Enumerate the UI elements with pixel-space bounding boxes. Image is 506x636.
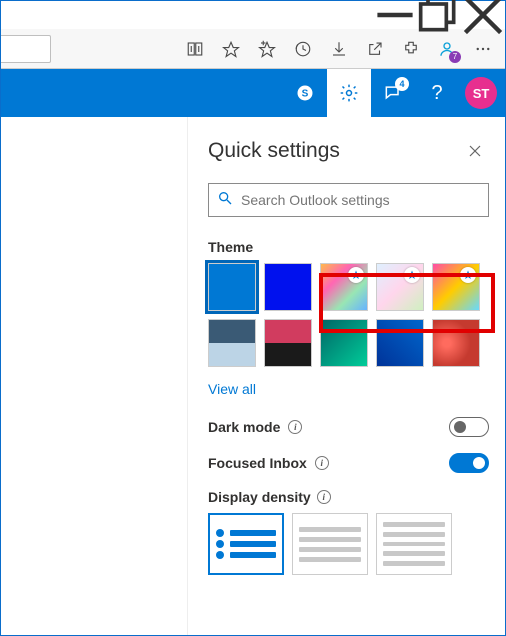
focused-inbox-toggle[interactable] [449, 453, 489, 473]
premium-star-icon: ★ [460, 267, 476, 283]
quick-settings-panel: Quick settings Theme ★ ★ ★ View all Dark m… [187, 117, 505, 635]
density-full[interactable] [208, 513, 284, 575]
theme-swatch-t4[interactable]: ★ [432, 263, 480, 311]
theme-swatch-t8[interactable] [376, 319, 424, 367]
maximize-button[interactable] [417, 1, 461, 29]
avatar[interactable]: ST [465, 77, 497, 109]
browser-toolbar [1, 29, 505, 69]
theme-swatch-t9[interactable] [432, 319, 480, 367]
dark-mode-label: Dark mode [208, 419, 280, 435]
share-icon[interactable] [357, 29, 393, 69]
favorites-star-icon[interactable] [213, 29, 249, 69]
view-all-link[interactable]: View all [208, 381, 489, 397]
density-compact[interactable] [376, 513, 452, 575]
minimize-button[interactable] [373, 1, 417, 29]
search-box[interactable] [208, 183, 489, 217]
chat-badge: 4 [395, 77, 409, 91]
theme-swatch-t0[interactable] [208, 263, 256, 311]
add-favorite-icon[interactable] [249, 29, 285, 69]
focused-inbox-label: Focused Inbox [208, 455, 307, 471]
info-icon[interactable]: i [317, 490, 331, 504]
skype-button[interactable]: S [283, 69, 327, 117]
close-window-button[interactable] [461, 1, 505, 29]
theme-swatch-t7[interactable] [320, 319, 368, 367]
downloads-icon[interactable] [321, 29, 357, 69]
mail-pane-empty [1, 117, 187, 635]
theme-label: Theme [208, 239, 489, 255]
theme-swatch-t3[interactable]: ★ [376, 263, 424, 311]
help-button[interactable]: ? [415, 69, 459, 117]
svg-text:S: S [302, 88, 309, 99]
search-input[interactable] [241, 192, 480, 208]
info-icon[interactable]: i [288, 420, 302, 434]
chat-button[interactable]: 4 [371, 69, 415, 117]
density-medium[interactable] [292, 513, 368, 575]
premium-star-icon: ★ [404, 267, 420, 283]
theme-swatch-t5[interactable] [208, 319, 256, 367]
outlook-header: S 4 ? ST [1, 69, 505, 117]
close-panel-button[interactable] [461, 137, 489, 165]
settings-button[interactable] [327, 69, 371, 117]
dark-mode-toggle[interactable] [449, 417, 489, 437]
density-label: Display density [208, 489, 311, 505]
premium-star-icon: ★ [348, 267, 364, 283]
search-icon [217, 190, 241, 211]
theme-swatch-t2[interactable]: ★ [320, 263, 368, 311]
theme-swatch-t6[interactable] [264, 319, 312, 367]
panel-title: Quick settings [208, 139, 340, 163]
extensions-icon[interactable] [393, 29, 429, 69]
theme-grid: ★ ★ ★ [208, 263, 488, 367]
window-titlebar [1, 1, 505, 29]
info-icon[interactable]: i [315, 456, 329, 470]
density-options [208, 513, 489, 575]
reading-list-icon[interactable] [177, 29, 213, 69]
more-icon[interactable] [465, 29, 501, 69]
theme-swatch-t1[interactable] [264, 263, 312, 311]
content-area: Quick settings Theme ★ ★ ★ View all Dark m… [1, 117, 505, 635]
profile-icon[interactable] [429, 29, 465, 69]
address-bar-fragment[interactable] [1, 35, 51, 63]
history-icon[interactable] [285, 29, 321, 69]
